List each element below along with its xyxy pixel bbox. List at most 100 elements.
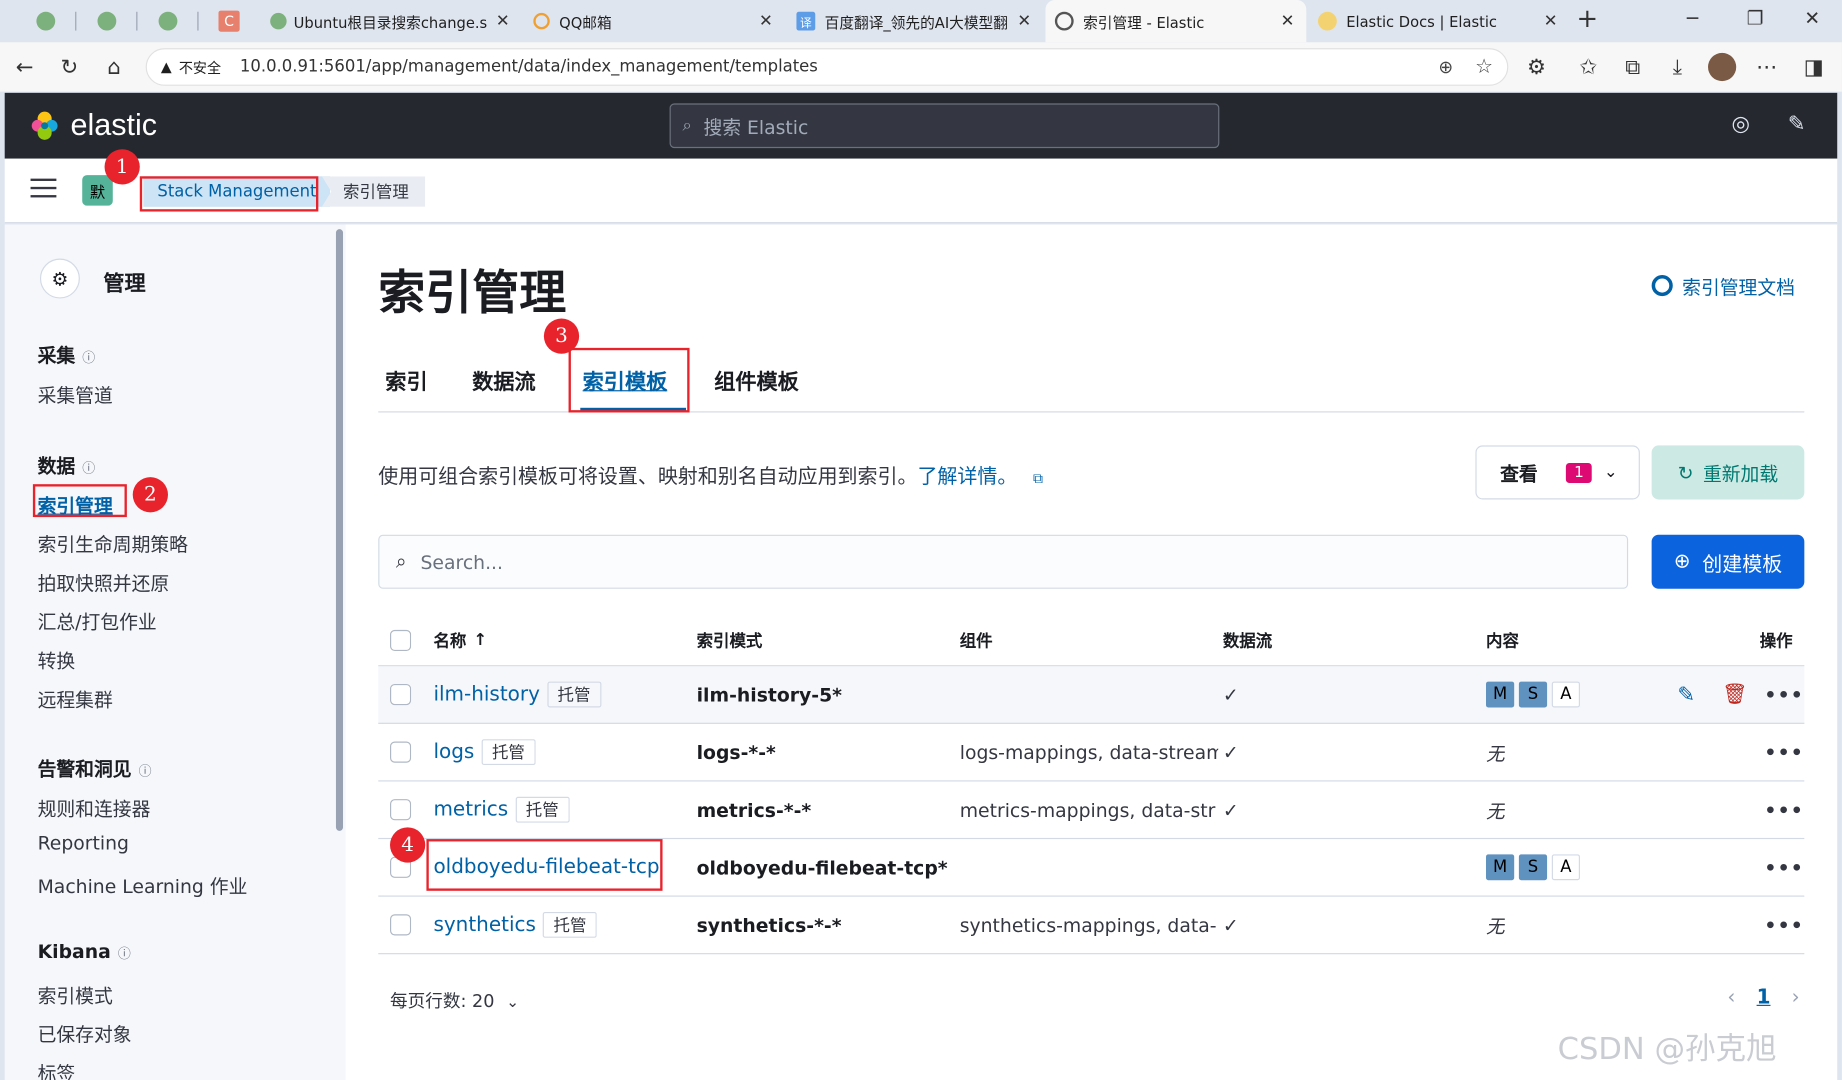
column-header-pattern: 索引模式 (696, 631, 763, 651)
more-menu-icon[interactable]: ⋯ (1750, 55, 1783, 80)
more-actions-icon[interactable]: ••• (1764, 839, 1804, 895)
reload-label: 重新加载 (1702, 463, 1779, 486)
template-name-link[interactable]: ilm-history (433, 683, 539, 707)
download-icon[interactable]: ⤓ (1661, 55, 1694, 80)
extensions-icon[interactable]: ⚙ (1520, 55, 1553, 80)
checkbox[interactable] (390, 629, 412, 651)
sidebar-toggle-icon[interactable]: ◨ (1797, 55, 1830, 80)
previous-page-icon[interactable]: ‹ (1727, 986, 1735, 1010)
watermark: CSDN @孙克旭 (1557, 1031, 1777, 1068)
sidebar-item-remote-clusters[interactable]: 远程集群 (38, 684, 113, 712)
favorites-icon[interactable]: ✩ (1572, 55, 1605, 80)
tab-data-streams[interactable]: 数据流 (472, 365, 535, 396)
column-header-name[interactable]: 名称 ↑ (433, 615, 487, 666)
sidebar-item-snapshot-restore[interactable]: 拍取快照并还原 (38, 568, 170, 596)
sidebar-item-ingest-pipelines[interactable]: 采集管道 (38, 380, 113, 408)
breadcrumb-stack-management[interactable]: Stack Management (143, 176, 331, 207)
back-icon[interactable]: ← (8, 55, 41, 80)
help-circle-icon[interactable]: ⓘ (82, 350, 95, 365)
table-header-row: 名称 ↑ 索引模式 组件 数据流 内容 操作 (378, 615, 1805, 667)
home-icon[interactable]: ⌂ (98, 55, 131, 80)
sidebar-scrollbar[interactable] (335, 229, 344, 831)
profile-avatar[interactable] (1708, 52, 1737, 82)
rows-per-page-selector[interactable]: 每页行数: 20 ⌄ (390, 988, 519, 1013)
browser-tab[interactable]: Ubuntu根目录搜索change.s ✕ (261, 0, 522, 42)
collections-icon[interactable]: ⧉ (1616, 55, 1649, 80)
zoom-icon[interactable]: ⊕ (1438, 56, 1453, 77)
column-header-components: 组件 (959, 631, 993, 651)
browser-tab[interactable]: QQ邮箱 ✕ (524, 0, 785, 42)
favorite-star-icon[interactable]: ☆ (1475, 55, 1493, 79)
global-search-input[interactable]: ⌕ 搜索 Elastic (669, 103, 1220, 149)
sidebar-item-index-patterns[interactable]: 索引模式 (38, 980, 113, 1008)
refresh-icon[interactable]: ↻ (53, 55, 86, 80)
pinned-tab[interactable] (155, 7, 181, 35)
view-filter-button[interactable]: 查看 1 ⌄ (1475, 445, 1640, 500)
docs-link[interactable]: 索引管理文档 (1651, 271, 1795, 299)
checkbox[interactable] (390, 741, 412, 763)
delete-trash-icon[interactable]: 🗑 (1722, 666, 1747, 722)
pinned-tab[interactable]: C (216, 7, 242, 35)
sidebar-item-tags[interactable]: 标签 (38, 1058, 76, 1080)
select-all-checkbox[interactable] (390, 615, 412, 666)
elastic-logo[interactable]: elastic (28, 107, 157, 143)
sidebar-item-index-management[interactable]: 索引管理 (38, 490, 113, 518)
menu-hamburger-icon[interactable] (30, 178, 57, 200)
more-actions-icon[interactable]: ••• (1764, 782, 1804, 838)
sidebar-item-ml-jobs[interactable]: Machine Learning 作业 (38, 871, 248, 899)
template-name-link[interactable]: metrics (433, 798, 508, 822)
close-tab-icon[interactable]: ✕ (757, 12, 776, 31)
template-name-link[interactable]: logs (433, 740, 474, 764)
close-tab-icon[interactable]: ✕ (1015, 12, 1034, 31)
restore-icon[interactable]: ❐ (1747, 7, 1764, 29)
components: metrics-mappings, data-str (959, 798, 1216, 821)
close-tab-icon[interactable]: ✕ (493, 12, 512, 31)
row-checkbox[interactable] (390, 724, 412, 780)
sidebar-item-transforms[interactable]: 转换 (38, 645, 76, 673)
more-actions-icon[interactable]: ••• (1764, 724, 1804, 780)
help-circle-icon[interactable]: ⓘ (82, 461, 95, 476)
checkbox[interactable] (390, 914, 412, 936)
help-circle-icon[interactable]: ⓘ (139, 764, 152, 779)
edit-pencil-icon[interactable]: ✎ (1677, 666, 1695, 722)
tab-component-templates[interactable]: 组件模板 (714, 365, 799, 396)
sidebar-item-ilm-policies[interactable]: 索引生命周期策略 (38, 529, 188, 557)
space-avatar[interactable]: 默 (82, 175, 113, 206)
help-icon[interactable]: ◎ (1732, 112, 1750, 137)
row-checkbox[interactable] (390, 897, 412, 953)
browser-tab-active[interactable]: 索引管理 - Elastic ✕ (1045, 0, 1307, 43)
reload-button[interactable]: ↻ 重新加载 (1651, 445, 1805, 500)
template-name-link[interactable]: synthetics (433, 913, 535, 937)
window-close-icon[interactable]: ✕ (1804, 7, 1820, 29)
row-checkbox[interactable] (390, 666, 412, 722)
sort-ascending-icon: ↑ (473, 630, 488, 650)
checkbox[interactable] (390, 683, 412, 706)
more-actions-icon[interactable]: ••• (1764, 897, 1804, 953)
next-page-icon[interactable]: › (1792, 986, 1800, 1010)
sidebar-item-rules-connectors[interactable]: 规则和连接器 (38, 793, 151, 821)
template-name-link[interactable]: oldboyedu-filebeat-tcp (433, 856, 659, 880)
leaf-icon (270, 12, 287, 30)
template-search-input[interactable]: ⌕ Search... (378, 534, 1629, 589)
address-bar[interactable]: ▲ 不安全 10.0.0.91:5601/app/management/data… (145, 48, 1509, 86)
user-menu-icon[interactable]: ✎ (1788, 112, 1806, 137)
browser-tab[interactable]: 译 百度翻译_领先的AI大模型翻 ✕ (787, 0, 1043, 42)
sidebar-item-rollup-jobs[interactable]: 汇总/打包作业 (38, 606, 157, 634)
close-tab-icon[interactable]: ✕ (1541, 12, 1560, 31)
sidebar-item-reporting[interactable]: Reporting (38, 832, 129, 854)
create-template-button[interactable]: ⊕ 创建模板 (1651, 534, 1805, 589)
tab-indices[interactable]: 索引 (385, 365, 427, 396)
pinned-tab[interactable] (94, 7, 120, 35)
help-circle-icon[interactable]: ⓘ (118, 946, 131, 961)
tab-index-templates[interactable]: 索引模板 (583, 365, 668, 396)
more-actions-icon[interactable]: ••• (1764, 666, 1804, 722)
checkbox[interactable] (390, 799, 412, 821)
page-number[interactable]: 1 (1757, 986, 1771, 1010)
sidebar-item-saved-objects[interactable]: 已保存对象 (38, 1019, 132, 1047)
minimize-icon[interactable]: ─ (1687, 7, 1698, 29)
browser-tab[interactable]: Elastic Docs | Elastic ✕ (1309, 0, 1570, 42)
new-tab-button[interactable]: + (1576, 5, 1598, 34)
learn-more-link[interactable]: 了解详情。 (917, 465, 1017, 489)
close-tab-icon[interactable]: ✕ (1278, 12, 1297, 31)
pinned-tab[interactable] (33, 7, 59, 35)
